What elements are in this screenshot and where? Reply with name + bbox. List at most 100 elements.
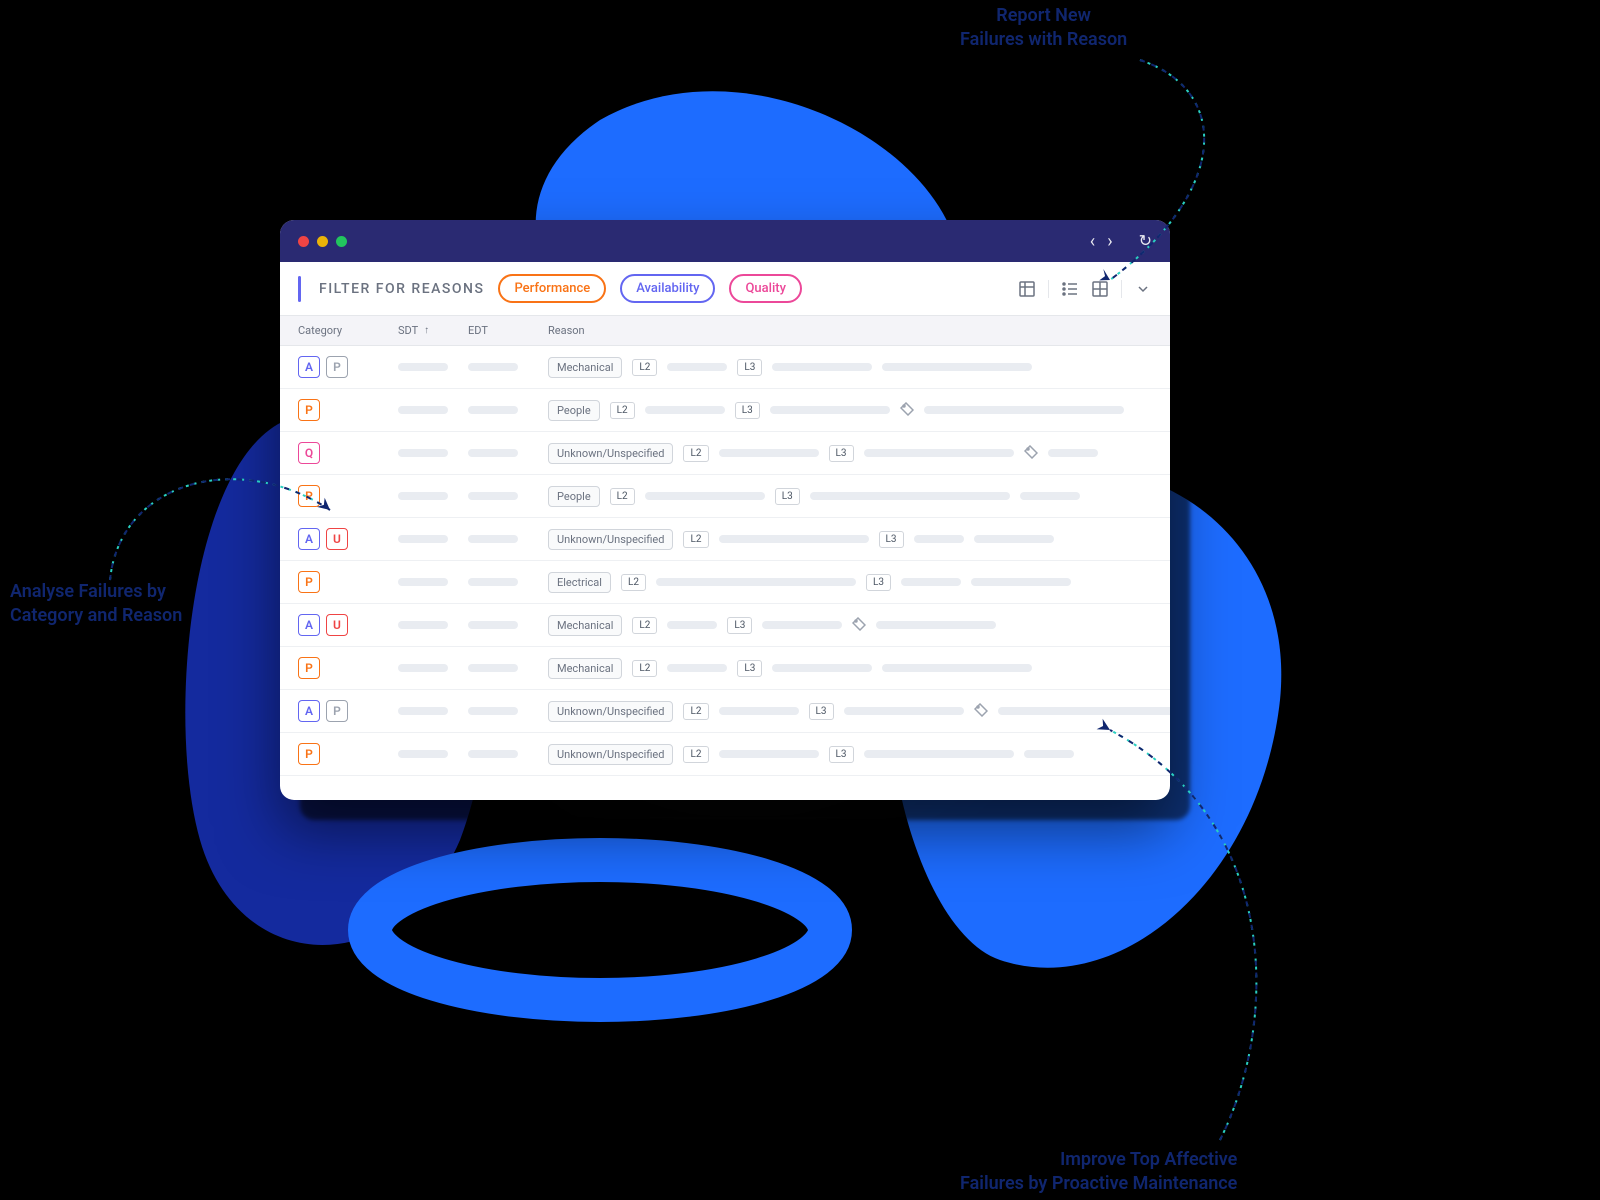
tag-icon[interactable] <box>852 616 866 635</box>
table-row[interactable]: P Electrical L2 L3 <box>280 561 1170 604</box>
chevron-down-icon[interactable] <box>1134 280 1152 298</box>
level-l2[interactable]: L2 <box>632 617 657 634</box>
level-l2[interactable]: L2 <box>683 703 708 720</box>
grid-icon[interactable] <box>1091 280 1109 298</box>
placeholder <box>772 363 872 371</box>
tag-icon[interactable] <box>1024 444 1038 463</box>
col-edt[interactable]: EDT <box>468 324 548 337</box>
table-row[interactable]: P Mechanical L2 L3 <box>280 647 1170 690</box>
col-reason[interactable]: Reason <box>548 324 1152 337</box>
reason-label[interactable]: Unknown/Unspecified <box>548 701 673 722</box>
reason-label[interactable]: People <box>548 486 600 507</box>
category-cell: P <box>298 657 398 679</box>
level-l2[interactable]: L2 <box>683 746 708 763</box>
placeholder <box>468 363 518 371</box>
tag-icon[interactable] <box>900 401 914 420</box>
list-icon[interactable] <box>1061 280 1079 298</box>
placeholder <box>398 449 448 457</box>
level-l3[interactable]: L3 <box>775 488 800 505</box>
reason-cell: Unknown/Unspecified L2 L3 <box>548 529 1152 550</box>
level-l3[interactable]: L3 <box>727 617 752 634</box>
placeholder <box>468 750 518 758</box>
category-chip[interactable]: U <box>326 614 348 636</box>
nav-back-icon[interactable]: ‹ <box>1090 231 1093 252</box>
category-chip[interactable]: P <box>326 700 348 722</box>
category-chip[interactable]: P <box>326 356 348 378</box>
level-l3[interactable]: L3 <box>737 359 762 376</box>
close-icon[interactable] <box>298 236 309 247</box>
traffic-lights <box>298 236 347 247</box>
level-l3[interactable]: L3 <box>866 574 891 591</box>
placeholder <box>398 363 448 371</box>
reason-label[interactable]: Electrical <box>548 572 611 593</box>
reason-label[interactable]: Mechanical <box>548 357 622 378</box>
table-row[interactable]: P Unknown/Unspecified L2 L3 <box>280 733 1170 776</box>
category-cell: AP <box>298 356 398 378</box>
placeholder <box>398 750 448 758</box>
edt-cell <box>468 578 548 586</box>
titlebar: ‹ › ↻ <box>280 220 1170 262</box>
placeholder <box>719 449 819 457</box>
level-l2[interactable]: L2 <box>683 445 708 462</box>
category-chip[interactable]: U <box>326 528 348 550</box>
col-sdt[interactable]: SDT ↑ <box>398 324 468 337</box>
table-row[interactable]: P People L2 L3 <box>280 389 1170 432</box>
category-chip[interactable]: A <box>298 614 320 636</box>
placeholder <box>1020 492 1080 500</box>
level-l3[interactable]: L3 <box>829 445 854 462</box>
minimize-icon[interactable] <box>317 236 328 247</box>
category-chip[interactable]: P <box>298 571 320 593</box>
level-l2[interactable]: L2 <box>683 531 708 548</box>
table-row[interactable]: AU Mechanical L2 L3 <box>280 604 1170 647</box>
reason-label[interactable]: Unknown/Unspecified <box>548 744 673 765</box>
table-row[interactable]: AP Mechanical L2 L3 <box>280 346 1170 389</box>
reload-icon[interactable]: ↻ <box>1139 231 1152 252</box>
level-l3[interactable]: L3 <box>737 660 762 677</box>
level-l2[interactable]: L2 <box>632 359 657 376</box>
level-l2[interactable]: L2 <box>610 402 635 419</box>
pill-quality[interactable]: Quality <box>729 274 802 303</box>
category-chip[interactable]: P <box>298 743 320 765</box>
category-chip[interactable]: P <box>298 657 320 679</box>
panel-icon[interactable] <box>1018 280 1036 298</box>
category-cell: AU <box>298 528 398 550</box>
category-chip[interactable]: A <box>298 528 320 550</box>
tag-icon[interactable] <box>974 702 988 721</box>
table-row[interactable]: Q Unknown/Unspecified L2 L3 <box>280 432 1170 475</box>
category-chip[interactable]: P <box>298 399 320 421</box>
reason-label[interactable]: Mechanical <box>548 658 622 679</box>
placeholder <box>924 406 1124 414</box>
reason-label[interactable]: Unknown/Unspecified <box>548 443 673 464</box>
placeholder <box>864 750 1014 758</box>
level-l3[interactable]: L3 <box>735 402 760 419</box>
level-l2[interactable]: L2 <box>621 574 646 591</box>
col-category[interactable]: Category <box>298 324 398 337</box>
table-row[interactable]: AU Unknown/Unspecified L2 L3 <box>280 518 1170 561</box>
table-row[interactable]: P People L2 L3 <box>280 475 1170 518</box>
reason-label[interactable]: Mechanical <box>548 615 622 636</box>
category-chip[interactable]: Q <box>298 442 320 464</box>
placeholder <box>914 535 964 543</box>
edt-cell <box>468 664 548 672</box>
table-row[interactable]: AP Unknown/Unspecified L2 L3 <box>280 690 1170 733</box>
pill-availability[interactable]: Availability <box>620 274 715 303</box>
pill-performance[interactable]: Performance <box>498 274 606 303</box>
reason-label[interactable]: People <box>548 400 600 421</box>
level-l2[interactable]: L2 <box>610 488 635 505</box>
sdt-cell <box>398 621 468 629</box>
category-chip[interactable]: A <box>298 700 320 722</box>
maximize-icon[interactable] <box>336 236 347 247</box>
category-chip[interactable]: A <box>298 356 320 378</box>
table-header: Category SDT ↑ EDT Reason <box>280 316 1170 346</box>
level-l2[interactable]: L2 <box>632 660 657 677</box>
category-chip[interactable]: P <box>298 485 320 507</box>
category-cell: Q <box>298 442 398 464</box>
nav-forward-icon[interactable]: › <box>1107 231 1110 252</box>
sdt-cell <box>398 449 468 457</box>
sdt-cell <box>398 535 468 543</box>
reason-label[interactable]: Unknown/Unspecified <box>548 529 673 550</box>
level-l3[interactable]: L3 <box>809 703 834 720</box>
category-cell: AP <box>298 700 398 722</box>
level-l3[interactable]: L3 <box>829 746 854 763</box>
level-l3[interactable]: L3 <box>879 531 904 548</box>
